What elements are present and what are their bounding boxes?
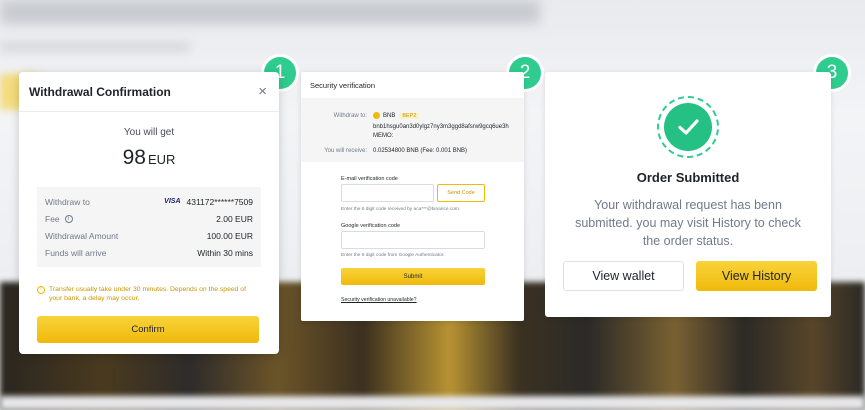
email-code-hint: Enter the 6 digit code received by aca**… [341,207,461,212]
transfer-note: ! Transfer usually take under 30 minutes… [37,285,261,303]
email-code-label: E-mail verification code [341,176,398,182]
withdraw-summary: Withdraw to: BNB BEP2 bnb1hsgu0an3d0ylgz7… [301,98,524,162]
detail-row-withdrawal-amount: Withdrawal Amount 100.00 EUR [37,227,261,244]
google-code-hint: Enter the 6 digit code from Google Authe… [341,253,445,258]
receive-label: You will receive: [324,148,367,154]
withdraw-address: bnb1hsgu0an3d0ylgz7ny3m3ggd8afsrw9gcq6ue… [373,124,509,130]
dialog-header: Withdrawal Confirmation × [19,72,279,112]
order-submitted-dialog: Order Submitted Your withdrawal request … [545,72,831,317]
detail-row-fee: Fee i 2.00 EUR [37,210,261,227]
detail-key: Funds will arrive [45,247,107,258]
coin-row: BNB BEP2 [373,112,420,120]
you-will-get-label: You will get [123,127,175,138]
detail-value: Within 30 mins [197,247,253,258]
coin-name: BNB [383,113,396,120]
visa-logo: VISA [164,198,181,205]
detail-key: Withdraw to [45,196,90,207]
detail-value: 100.00 EUR [206,230,253,241]
card-number: 431172******7509 [186,196,254,207]
amount-value: 98 [122,146,146,169]
detail-row-funds-arrive: Funds will arrive Within 30 mins [37,244,261,261]
amount-currency: EUR [147,152,176,167]
google-code-label: Google verification code [341,223,401,229]
email-code-input[interactable] [341,184,434,202]
transfer-note-text: Transfer usually take under 30 minutes. … [49,286,246,303]
info-icon[interactable]: i [64,214,73,223]
order-title: Order Submitted [636,170,740,185]
submit-button[interactable]: Submit [341,268,485,285]
close-icon[interactable]: × [258,84,267,99]
dialog-title: Security verification [310,81,376,90]
detail-key-fee: Fee i [45,214,73,224]
receive-amount: 98 EUR [19,146,279,170]
warning-icon: ! [37,286,45,294]
detail-value: 2.00 EUR [216,213,253,224]
verification-form: E-mail verification code Send Code Enter… [301,172,524,322]
order-message: Your withdrawal request has benn submitt… [575,198,801,248]
google-code-input[interactable] [341,231,485,249]
memo-label: MEMO: [373,133,394,139]
send-code-button[interactable]: Send Code [437,184,485,202]
security-verification-dialog: Security verification Withdraw to: BNB BE… [301,72,524,321]
detail-key: Fee [45,213,60,224]
withdraw-to-label: Withdraw to: [333,113,367,119]
success-indicator [657,96,719,158]
detail-value-card: VISA 431172******7509 [164,197,253,207]
background-blurred-subheading [0,42,190,52]
background-blurred-heading [0,0,540,24]
bnb-coin-icon [373,112,380,119]
background-blurred-footer [0,396,865,410]
receive-value: 0.02534800 BNB (Fee: 0.001 BNB) [373,148,468,154]
check-icon [664,103,712,151]
view-history-button[interactable]: View History [696,261,817,291]
view-wallet-button[interactable]: View wallet [563,261,684,291]
withdrawal-confirmation-dialog: Withdrawal Confirmation × You will get 9… [19,72,279,354]
detail-row-withdraw-to: Withdraw to VISA 431172******7509 [37,193,261,210]
withdrawal-details: Withdraw to VISA 431172******7509 Fee i … [37,187,261,267]
detail-key: Withdrawal Amount [45,230,119,241]
dialog-title: Withdrawal Confirmation [29,84,171,99]
verification-unavailable-link[interactable]: Security verification unavailable? [341,297,417,303]
confirm-button[interactable]: Confirm [37,316,259,344]
network-badge: BEP2 [399,112,420,119]
